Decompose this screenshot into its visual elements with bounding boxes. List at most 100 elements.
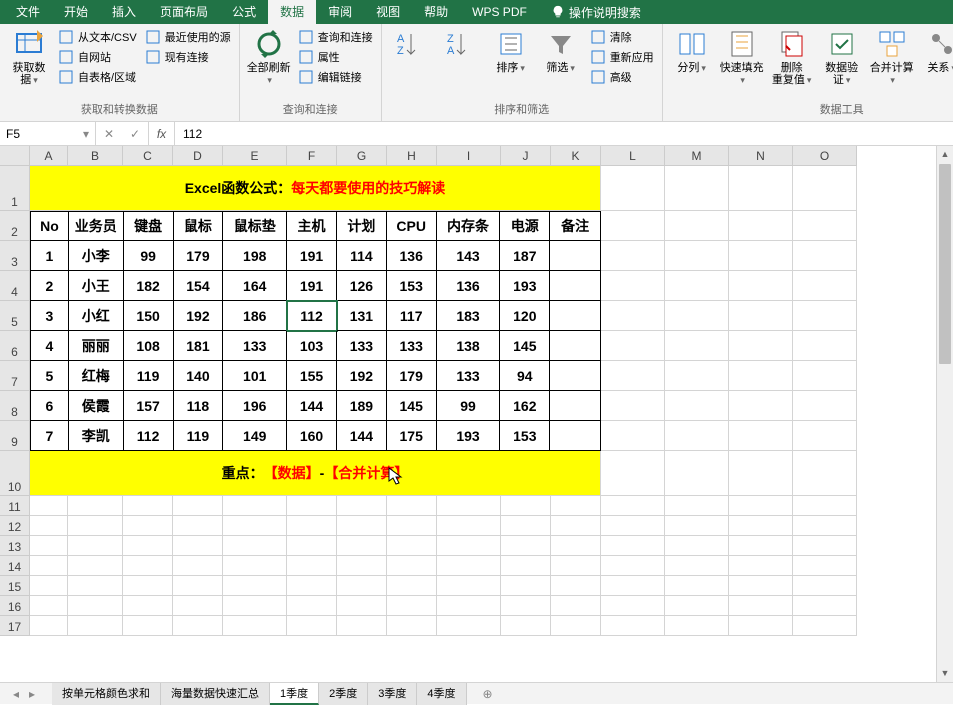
cell-H7[interactable]: 179 — [387, 361, 437, 391]
cell-F7[interactable]: 155 — [287, 361, 337, 391]
row-header-2[interactable]: 2 — [0, 211, 30, 241]
cell-D17[interactable] — [173, 616, 223, 636]
cell-A6[interactable]: 4 — [31, 331, 69, 361]
cell-A17[interactable] — [30, 616, 68, 636]
cell-N1[interactable] — [729, 166, 793, 211]
cell-M3[interactable] — [665, 241, 729, 271]
cell-L16[interactable] — [601, 596, 665, 616]
cell-N15[interactable] — [729, 576, 793, 596]
cell-G5[interactable]: 131 — [337, 301, 387, 331]
ribbon-btn-最近使用的源[interactable]: 最近使用的源 — [143, 28, 233, 46]
ribbon-btn-清除[interactable]: 清除 — [588, 28, 656, 46]
cell-O11[interactable] — [793, 496, 857, 516]
fx-label[interactable]: fx — [149, 122, 175, 145]
ribbon-btn-sort-za[interactable]: ZA — [438, 28, 484, 60]
cell-G15[interactable] — [337, 576, 387, 596]
cell-C9[interactable]: 112 — [124, 421, 174, 450]
ribbon-btn-全部刷新[interactable]: 全部刷新▾ — [246, 28, 292, 86]
table-header-内存条[interactable]: 内存条 — [437, 212, 501, 240]
col-header-C[interactable]: C — [123, 146, 173, 166]
menu-tab-视图[interactable]: 视图 — [364, 0, 412, 24]
cell-K6[interactable] — [550, 331, 600, 361]
ribbon-btn-自网站[interactable]: 自网站 — [56, 48, 139, 66]
col-header-K[interactable]: K — [551, 146, 601, 166]
cell-A11[interactable] — [30, 496, 68, 516]
cell-N2[interactable] — [729, 211, 793, 241]
cell-O7[interactable] — [793, 361, 857, 391]
formula-input[interactable]: 112 — [175, 122, 953, 145]
cell-N16[interactable] — [729, 596, 793, 616]
cell-G16[interactable] — [337, 596, 387, 616]
sheet-tab-2季度[interactable]: 2季度 — [319, 683, 368, 705]
row-header-10[interactable]: 10 — [0, 451, 30, 496]
row-header-16[interactable]: 16 — [0, 596, 30, 616]
cell-A14[interactable] — [30, 556, 68, 576]
cell-K9[interactable] — [550, 421, 600, 450]
row-header-1[interactable]: 1 — [0, 166, 30, 211]
cell-I8[interactable]: 99 — [437, 391, 501, 421]
scroll-thumb[interactable] — [939, 164, 951, 364]
cell-H14[interactable] — [387, 556, 437, 576]
cell-O13[interactable] — [793, 536, 857, 556]
ribbon-btn-分列[interactable]: 分列▾ — [669, 28, 715, 74]
ribbon-btn-高级[interactable]: 高级 — [588, 68, 656, 86]
cell-I14[interactable] — [437, 556, 501, 576]
cell-B12[interactable] — [68, 516, 123, 536]
cell-L15[interactable] — [601, 576, 665, 596]
cell-A13[interactable] — [30, 536, 68, 556]
sheet-tab-海量数据快速汇总[interactable]: 海量数据快速汇总 — [161, 683, 270, 705]
table-header-业务员[interactable]: 业务员 — [69, 212, 124, 240]
col-header-N[interactable]: N — [729, 146, 793, 166]
cell-B14[interactable] — [68, 556, 123, 576]
cell-D5[interactable]: 192 — [174, 301, 224, 331]
cell-M8[interactable] — [665, 391, 729, 421]
cell-F9[interactable]: 160 — [287, 421, 337, 450]
cell-L12[interactable] — [601, 516, 665, 536]
cell-G3[interactable]: 114 — [337, 241, 387, 271]
cell-O6[interactable] — [793, 331, 857, 361]
cell-F17[interactable] — [287, 616, 337, 636]
table-header-No[interactable]: No — [31, 212, 69, 240]
cell-D14[interactable] — [173, 556, 223, 576]
cell-F6[interactable]: 103 — [287, 331, 337, 361]
cell-J5[interactable]: 120 — [500, 301, 550, 331]
cell-H6[interactable]: 133 — [387, 331, 437, 361]
cell-H17[interactable] — [387, 616, 437, 636]
cell-K8[interactable] — [550, 391, 600, 421]
row-header-5[interactable]: 5 — [0, 301, 30, 331]
cell-C5[interactable]: 150 — [124, 301, 174, 331]
cell-O12[interactable] — [793, 516, 857, 536]
cell-G9[interactable]: 144 — [337, 421, 387, 450]
cell-K17[interactable] — [551, 616, 601, 636]
cell-O17[interactable] — [793, 616, 857, 636]
col-header-I[interactable]: I — [437, 146, 501, 166]
cell-C3[interactable]: 99 — [124, 241, 174, 271]
cell-M4[interactable] — [665, 271, 729, 301]
cell-B3[interactable]: 小李 — [69, 241, 124, 271]
menu-tab-WPS PDF[interactable]: WPS PDF — [460, 0, 539, 24]
cell-L7[interactable] — [601, 361, 665, 391]
cell-C14[interactable] — [123, 556, 173, 576]
ribbon-btn-快速填充[interactable]: 快速填充▾ — [719, 28, 765, 86]
cell-M12[interactable] — [665, 516, 729, 536]
cell-L4[interactable] — [601, 271, 665, 301]
cell-N7[interactable] — [729, 361, 793, 391]
cell-N11[interactable] — [729, 496, 793, 516]
cell-E4[interactable]: 164 — [223, 271, 287, 301]
cell-L9[interactable] — [601, 421, 665, 451]
ribbon-btn-合并计算[interactable]: 合并计算▾ — [869, 28, 915, 86]
cell-F11[interactable] — [287, 496, 337, 516]
row-header-12[interactable]: 12 — [0, 516, 30, 536]
row-header-4[interactable]: 4 — [0, 271, 30, 301]
cell-J3[interactable]: 187 — [500, 241, 550, 271]
cell-E3[interactable]: 198 — [223, 241, 287, 271]
cell-N10[interactable] — [729, 451, 793, 496]
cell-O3[interactable] — [793, 241, 857, 271]
ribbon-btn-现有连接[interactable]: 现有连接 — [143, 48, 233, 66]
cell-F12[interactable] — [287, 516, 337, 536]
table-header-备注[interactable]: 备注 — [550, 212, 600, 240]
cell-B13[interactable] — [68, 536, 123, 556]
ribbon-btn-关系[interactable]: 关系▾ — [919, 28, 953, 74]
cell-L14[interactable] — [601, 556, 665, 576]
cell-M16[interactable] — [665, 596, 729, 616]
